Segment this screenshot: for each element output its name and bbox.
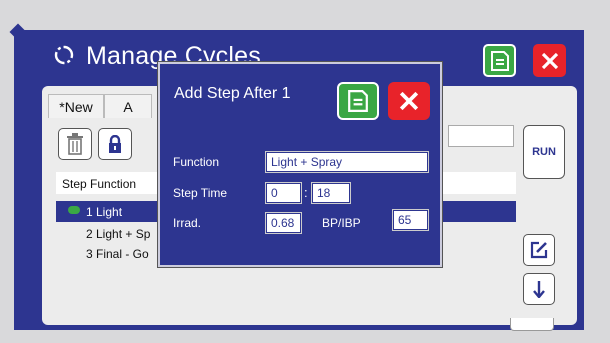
list-item-label: 2 Light + Sp bbox=[86, 227, 151, 241]
lock-button[interactable] bbox=[98, 128, 132, 160]
edit-icon bbox=[530, 241, 548, 259]
bp-ibp-label: BP/IBP bbox=[322, 216, 361, 230]
active-step-indicator bbox=[68, 206, 80, 214]
save-icon bbox=[490, 50, 509, 71]
irrad-label: Irrad. bbox=[173, 216, 202, 230]
tab-a[interactable]: A bbox=[104, 94, 152, 118]
bp-ibp-field[interactable]: 65 bbox=[392, 209, 429, 231]
tab-new[interactable]: *New bbox=[48, 94, 104, 118]
list-item-label: 1 Light bbox=[86, 205, 123, 219]
irrad-field[interactable]: 0.68 bbox=[265, 212, 302, 234]
function-label: Function bbox=[173, 155, 220, 169]
window-close-button[interactable] bbox=[533, 44, 566, 77]
save-icon bbox=[348, 90, 368, 112]
run-button[interactable]: RUN bbox=[523, 125, 565, 179]
window-save-button[interactable] bbox=[483, 44, 516, 77]
refresh-icon bbox=[54, 45, 74, 65]
list-item-label: 3 Final - Go bbox=[86, 247, 149, 261]
bottom-tab-handle[interactable] bbox=[510, 318, 554, 331]
trash-icon bbox=[67, 133, 83, 155]
step-time-label: Step Time bbox=[173, 186, 228, 200]
list-header-label: Step Function bbox=[62, 177, 137, 191]
delete-button[interactable] bbox=[58, 128, 92, 160]
close-icon bbox=[399, 91, 419, 111]
step-time-minutes-field[interactable]: 0 bbox=[265, 182, 302, 204]
dialog-save-button[interactable] bbox=[337, 82, 379, 120]
close-icon bbox=[541, 52, 558, 69]
step-time-seconds-field[interactable]: 18 bbox=[311, 182, 351, 204]
dialog-close-button[interactable] bbox=[388, 82, 430, 120]
move-down-button[interactable] bbox=[523, 273, 555, 305]
dialog-title: Add Step After 1 bbox=[174, 85, 291, 102]
step-time-separator: : bbox=[304, 185, 308, 200]
search-input[interactable] bbox=[448, 125, 514, 147]
lock-icon bbox=[109, 135, 121, 153]
function-field[interactable]: Light + Spray bbox=[265, 151, 429, 173]
edit-button[interactable] bbox=[523, 234, 555, 266]
arrow-down-icon bbox=[533, 281, 545, 298]
